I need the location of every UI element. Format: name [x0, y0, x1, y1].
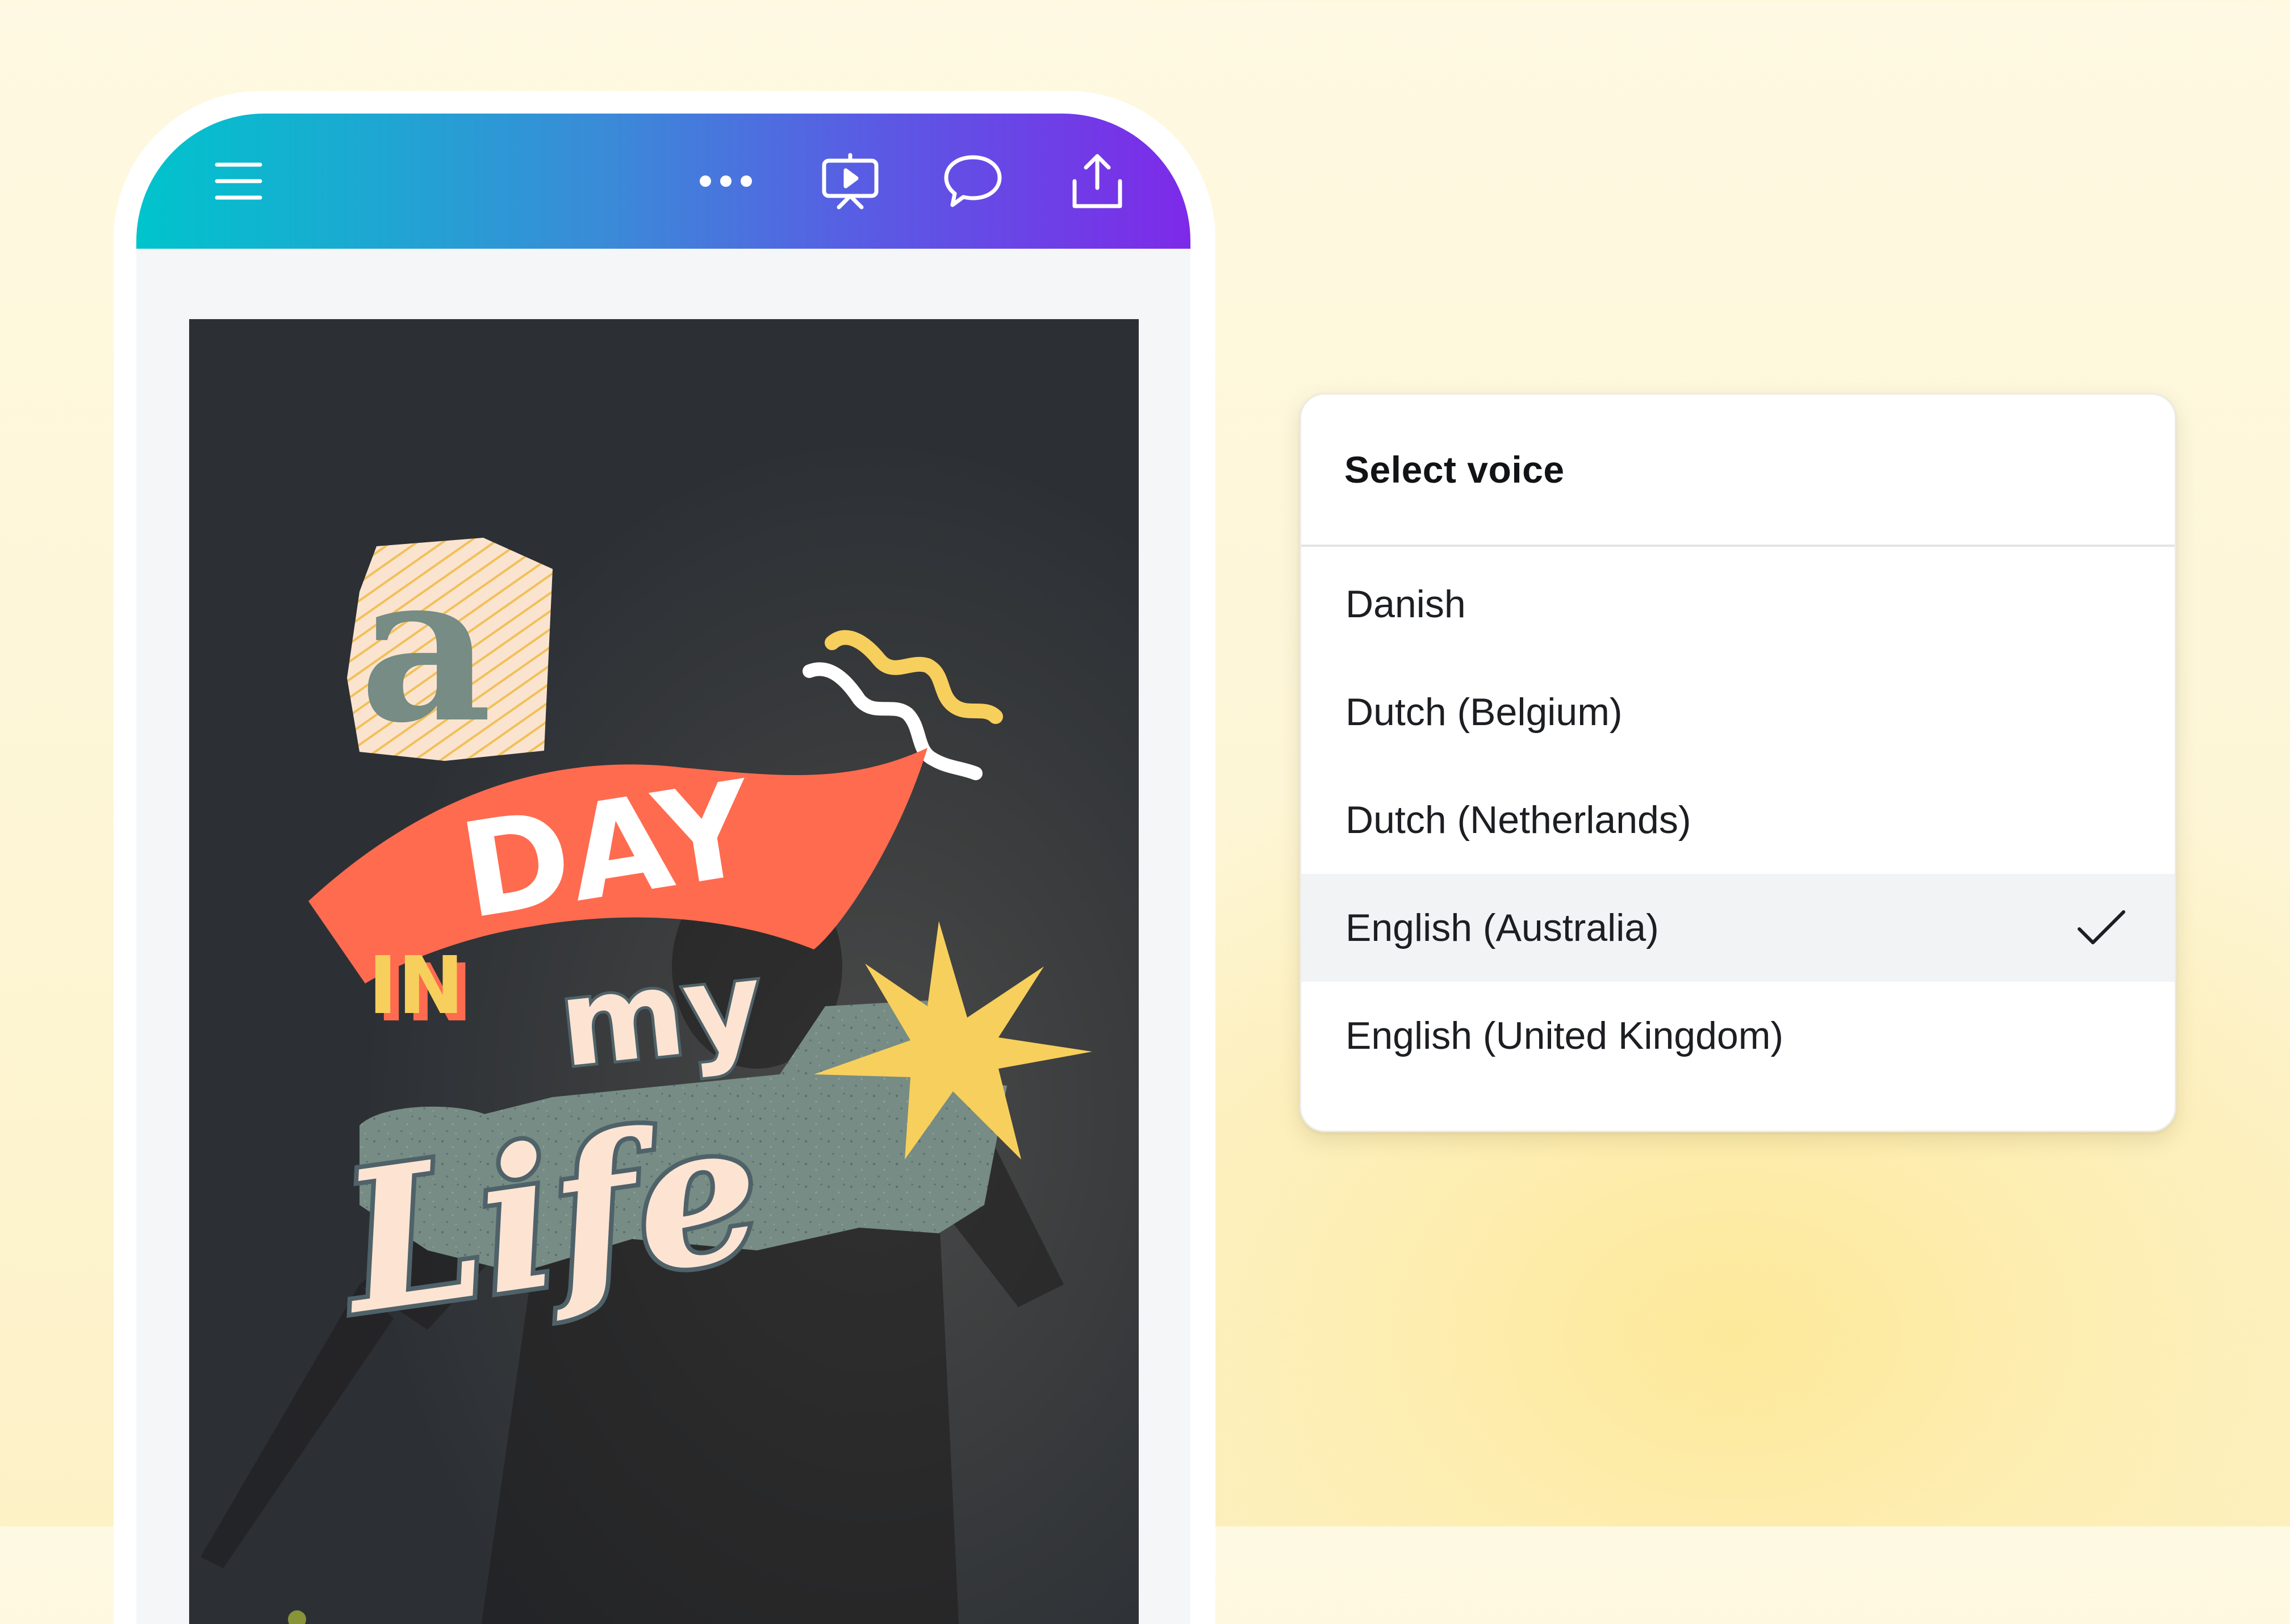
- present-screen-icon[interactable]: [810, 114, 890, 249]
- design-artwork: a DAY IN IN my Life: [200, 528, 1092, 1624]
- design-canvas[interactable]: a DAY IN IN my Life: [189, 319, 1139, 1624]
- checkmark-icon: [2078, 910, 2125, 944]
- voice-option-label: Dutch (Belgium): [1345, 690, 1623, 734]
- editor-toolbar: [136, 114, 1190, 249]
- my-text: my: [553, 935, 768, 1094]
- voice-option-english-uk[interactable]: English (United Kingdom): [1301, 982, 2175, 1090]
- phone-screen: a DAY IN IN my Life: [136, 114, 1190, 1624]
- voice-option-label: Danish: [1345, 583, 1466, 626]
- voice-option-english-australia[interactable]: English (Australia): [1301, 874, 2175, 982]
- hamburger-menu-icon[interactable]: [199, 114, 278, 249]
- comment-bubble-icon[interactable]: [933, 114, 1013, 249]
- in-text: IN: [368, 940, 464, 1032]
- phone-frame: a DAY IN IN my Life: [114, 91, 1215, 1624]
- letter-a-text: a: [360, 528, 492, 768]
- share-upload-icon[interactable]: [1058, 114, 1137, 249]
- voice-option-danish[interactable]: Danish: [1301, 550, 2175, 658]
- ellipsis-icon[interactable]: [686, 114, 766, 249]
- dropdown-title: Select voice: [1344, 449, 1565, 491]
- voice-option-label: English (Australia): [1345, 906, 1659, 949]
- voice-option-label: Dutch (Netherlands): [1345, 798, 1691, 842]
- voice-option-dutch-netherlands[interactable]: Dutch (Netherlands): [1301, 766, 2175, 874]
- voice-option-list: Danish Dutch (Belgium) Dutch (Netherland…: [1301, 547, 2175, 1090]
- foliage-decoration: [288, 1610, 306, 1624]
- white-squiggle: [803, 662, 983, 780]
- voice-option-dutch-belgium[interactable]: Dutch (Belgium): [1301, 658, 2175, 766]
- select-voice-dropdown: Select voice Danish Dutch (Belgium) Dutc…: [1299, 393, 2176, 1132]
- voice-option-label: English (United Kingdom): [1345, 1014, 1784, 1057]
- dropdown-header: Select voice: [1301, 395, 2175, 547]
